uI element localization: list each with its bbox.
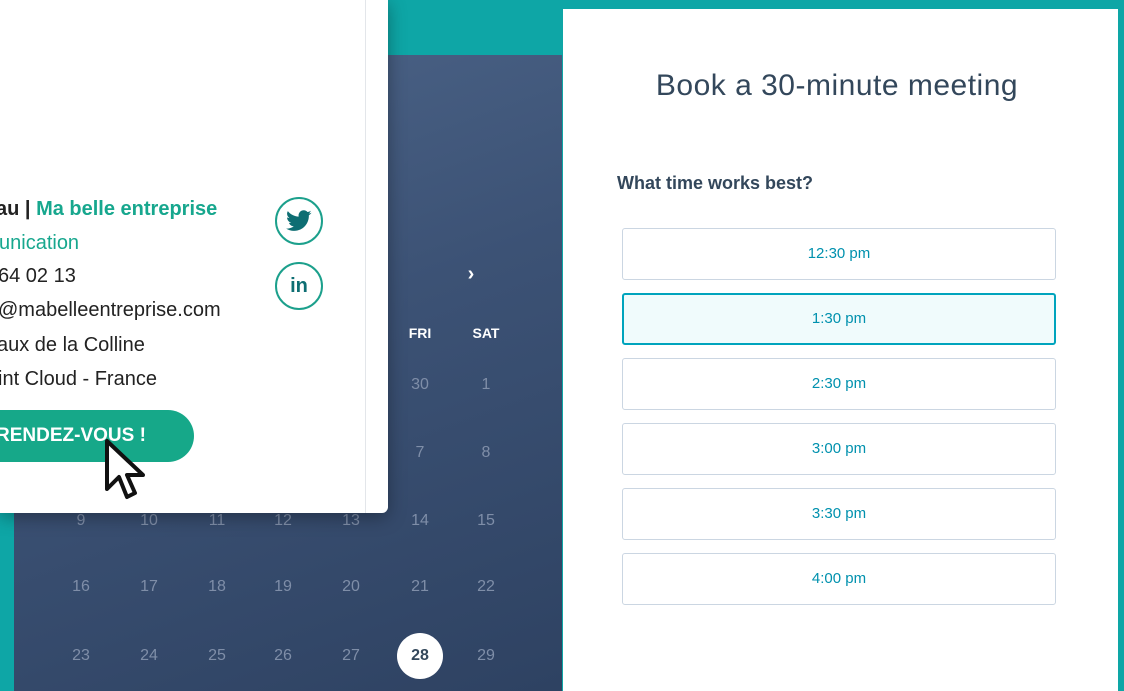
calendar-day-7[interactable]: 7 xyxy=(397,430,443,476)
twitter-icon[interactable] xyxy=(275,197,323,245)
mouse-cursor-icon xyxy=(105,439,145,499)
calendar-day-17[interactable]: 17 xyxy=(126,564,172,610)
calendar-day-23[interactable]: 23 xyxy=(58,633,104,679)
calendar-day-21[interactable]: 21 xyxy=(397,564,443,610)
calendar-day-22[interactable]: 22 xyxy=(463,564,509,610)
email-signature-card: au | Ma belle entreprise unication 64 02… xyxy=(0,0,388,513)
signature-address-line1: aux de la Colline xyxy=(0,334,145,356)
signature-phone: 64 02 13 xyxy=(0,265,76,287)
time-slot-button[interactable]: 3:30 pm xyxy=(622,488,1056,540)
time-slot-button[interactable]: 2:30 pm xyxy=(622,358,1056,410)
rendez-vous-button[interactable]: RENDEZ-VOUS ! xyxy=(0,410,194,462)
signature-address-line2: int Cloud - France xyxy=(0,368,157,390)
calendar-day-29[interactable]: 29 xyxy=(463,633,509,679)
weekday-label-fri: FRI xyxy=(408,325,432,341)
weekday-label-sat: SAT xyxy=(472,325,500,341)
calendar-day-1[interactable]: 1 xyxy=(463,362,509,408)
meeting-booking-panel: Book a 30-minute meeting What time works… xyxy=(563,9,1118,691)
calendar-day-30[interactable]: 30 xyxy=(397,362,443,408)
calendar-day-19[interactable]: 19 xyxy=(260,564,306,610)
calendar-day-20[interactable]: 20 xyxy=(328,564,374,610)
linkedin-text: in xyxy=(290,274,308,297)
calendar-day-14[interactable]: 14 xyxy=(397,498,443,544)
calendar-day-24[interactable]: 24 xyxy=(126,633,172,679)
calendar-day-26[interactable]: 26 xyxy=(260,633,306,679)
calendar-day-16[interactable]: 16 xyxy=(58,564,104,610)
signature-name-line: au | Ma belle entreprise xyxy=(0,198,217,221)
calendar-day-25[interactable]: 25 xyxy=(194,633,240,679)
calendar-day-8[interactable]: 8 xyxy=(463,430,509,476)
signature-email: @mabelleentreprise.com xyxy=(0,299,221,321)
time-slot-button[interactable]: 1:30 pm xyxy=(622,293,1056,345)
calendar-day-28[interactable]: 28 xyxy=(397,633,443,679)
calendar-day-18[interactable]: 18 xyxy=(194,564,240,610)
calendar-day-27[interactable]: 27 xyxy=(328,633,374,679)
time-slot-button[interactable]: 4:00 pm xyxy=(622,553,1056,605)
card-divider xyxy=(365,0,366,513)
twitter-bird-glyph xyxy=(286,210,312,231)
booking-question: What time works best? xyxy=(617,173,814,193)
company-name: Ma belle entreprise xyxy=(36,198,218,220)
time-slot-button[interactable]: 12:30 pm xyxy=(622,228,1056,280)
booking-title: Book a 30-minute meeting xyxy=(655,69,1019,102)
time-slot-button[interactable]: 3:00 pm xyxy=(622,423,1056,475)
calendar-day-15[interactable]: 15 xyxy=(463,498,509,544)
signature-role: unication xyxy=(0,232,80,254)
signature-name: au | xyxy=(0,198,37,220)
chevron-right-icon[interactable]: › xyxy=(460,263,482,285)
linkedin-icon[interactable]: in xyxy=(275,262,323,310)
